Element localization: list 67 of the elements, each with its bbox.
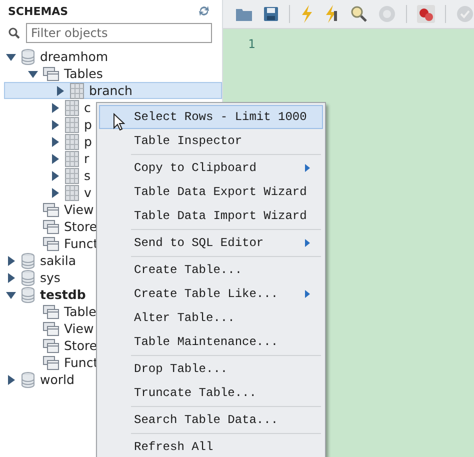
tree-item-label[interactable]: Store — [64, 219, 98, 234]
tree-item-label[interactable]: v — [84, 185, 92, 200]
tree-item-label[interactable]: Table — [64, 304, 96, 319]
expand-arrow-icon[interactable] — [50, 170, 60, 180]
tree-item-label[interactable]: s — [84, 168, 91, 183]
tree-item-label[interactable]: p — [84, 117, 92, 132]
table-icon — [65, 134, 79, 150]
table-icon — [65, 184, 79, 200]
folder-stack-icon — [43, 338, 59, 352]
tree-item-label[interactable]: sakila — [40, 253, 76, 268]
collapse-arrow-icon[interactable] — [6, 290, 16, 300]
database-icon — [21, 372, 35, 388]
table-icon — [65, 116, 79, 132]
tree-item-label[interactable]: dreamhom — [40, 49, 108, 64]
tree-item-label[interactable]: Tables — [64, 66, 103, 81]
lightning-cursor-icon[interactable] — [324, 5, 340, 23]
magnifier-icon[interactable] — [350, 5, 368, 23]
database-icon — [21, 270, 35, 286]
expand-arrow-icon[interactable] — [6, 256, 16, 266]
tree-item-label[interactable]: testdb — [40, 287, 86, 302]
expand-arrow-icon[interactable] — [6, 272, 16, 282]
collapse-arrow-icon[interactable] — [6, 52, 16, 62]
table-icon — [70, 82, 84, 98]
tree-item-label[interactable]: View — [64, 202, 94, 217]
database-icon — [21, 252, 35, 268]
line-number: 1 — [248, 37, 256, 51]
folder-stack-icon — [43, 66, 59, 80]
refresh-icon[interactable] — [198, 5, 210, 17]
tree-item-label[interactable]: Funct — [64, 236, 98, 251]
expand-arrow-icon[interactable] — [6, 374, 16, 384]
folder-icon[interactable] — [235, 6, 253, 22]
database-icon — [21, 48, 35, 64]
folder-stack-icon — [43, 304, 59, 318]
folder-stack-icon — [43, 202, 59, 216]
tree-item-label[interactable]: c — [84, 100, 91, 115]
table-icon — [65, 168, 79, 184]
toggle-icon[interactable] — [417, 5, 435, 23]
search-icon — [8, 27, 20, 39]
folder-stack-icon — [43, 220, 59, 234]
expand-arrow-icon[interactable] — [50, 136, 60, 146]
folder-stack-icon — [43, 236, 59, 250]
menu-item[interactable]: Select Rows - Limit 1000 — [99, 105, 323, 129]
tree-item-label[interactable]: sys — [40, 270, 60, 285]
check-icon[interactable] — [456, 5, 474, 23]
mouse-cursor-icon — [113, 113, 125, 131]
expand-arrow-icon[interactable] — [50, 154, 60, 164]
tree-item-label[interactable]: Store — [64, 338, 98, 353]
folder-stack-icon — [43, 356, 59, 370]
folder-stack-icon — [43, 322, 59, 336]
table-icon — [65, 150, 79, 166]
tree-item-label[interactable]: world — [40, 372, 74, 387]
expand-arrow-icon[interactable] — [50, 120, 60, 130]
tree-item-label[interactable]: p — [84, 134, 92, 149]
panel-title: SCHEMAS — [8, 4, 68, 18]
filter-field[interactable]: Filter objects — [26, 23, 212, 43]
selected-tree-row[interactable]: branch — [4, 82, 222, 99]
table-icon — [65, 100, 79, 116]
expand-arrow-icon[interactable] — [50, 102, 60, 112]
tree-item-label[interactable]: branch — [89, 83, 132, 98]
database-icon — [21, 286, 35, 302]
tree-item-label[interactable]: r — [84, 151, 90, 166]
save-icon[interactable] — [263, 6, 279, 22]
expand-arrow-icon[interactable] — [50, 188, 60, 198]
tree-item-label[interactable]: View — [64, 321, 94, 336]
expand-arrow-icon[interactable] — [55, 86, 65, 96]
collapse-arrow-icon[interactable] — [28, 68, 38, 78]
tree-item-label[interactable]: Funct — [64, 355, 98, 370]
